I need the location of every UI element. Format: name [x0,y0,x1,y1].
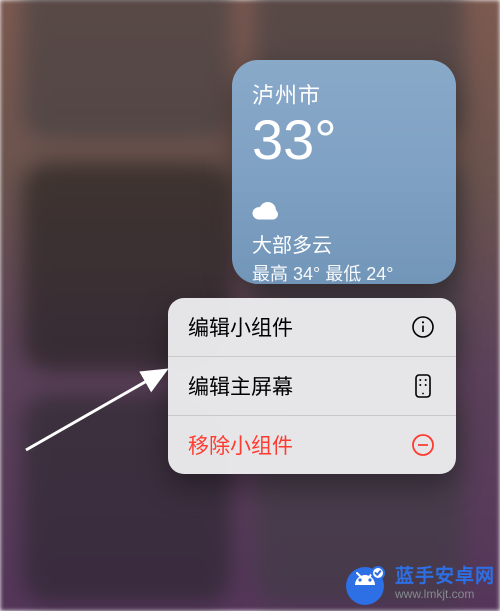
apps-grid-icon [410,373,436,399]
menu-item-label: 编辑主屏幕 [188,371,293,401]
watermark-url: www.lmkjt.com [395,588,495,601]
cloud-icon [252,202,278,225]
menu-item-edit-widget[interactable]: 编辑小组件 [168,298,456,356]
menu-item-edit-home-screen[interactable]: 编辑主屏幕 [168,356,456,415]
context-menu: 编辑小组件 编辑主屏幕 移除小组件 [168,298,456,474]
weather-condition: 大部多云 [252,229,436,258]
weather-widget[interactable]: 泸州市 33° 大部多云 最高 34° 最低 24° [232,60,456,284]
menu-item-label: 编辑小组件 [188,312,293,342]
info-icon [410,314,436,340]
watermark-title: 蓝手安卓网 [395,567,495,588]
watermark-logo-icon [341,560,389,608]
menu-item-remove-widget[interactable]: 移除小组件 [168,415,456,474]
menu-item-label: 移除小组件 [188,430,293,460]
weather-city: 泸州市 [252,78,436,110]
weather-temperature: 33° [252,112,436,168]
watermark: 蓝手安卓网 www.lmkjt.com [341,560,495,608]
remove-circle-icon [410,432,436,458]
weather-high-low: 最高 34° 最低 24° [252,260,436,286]
